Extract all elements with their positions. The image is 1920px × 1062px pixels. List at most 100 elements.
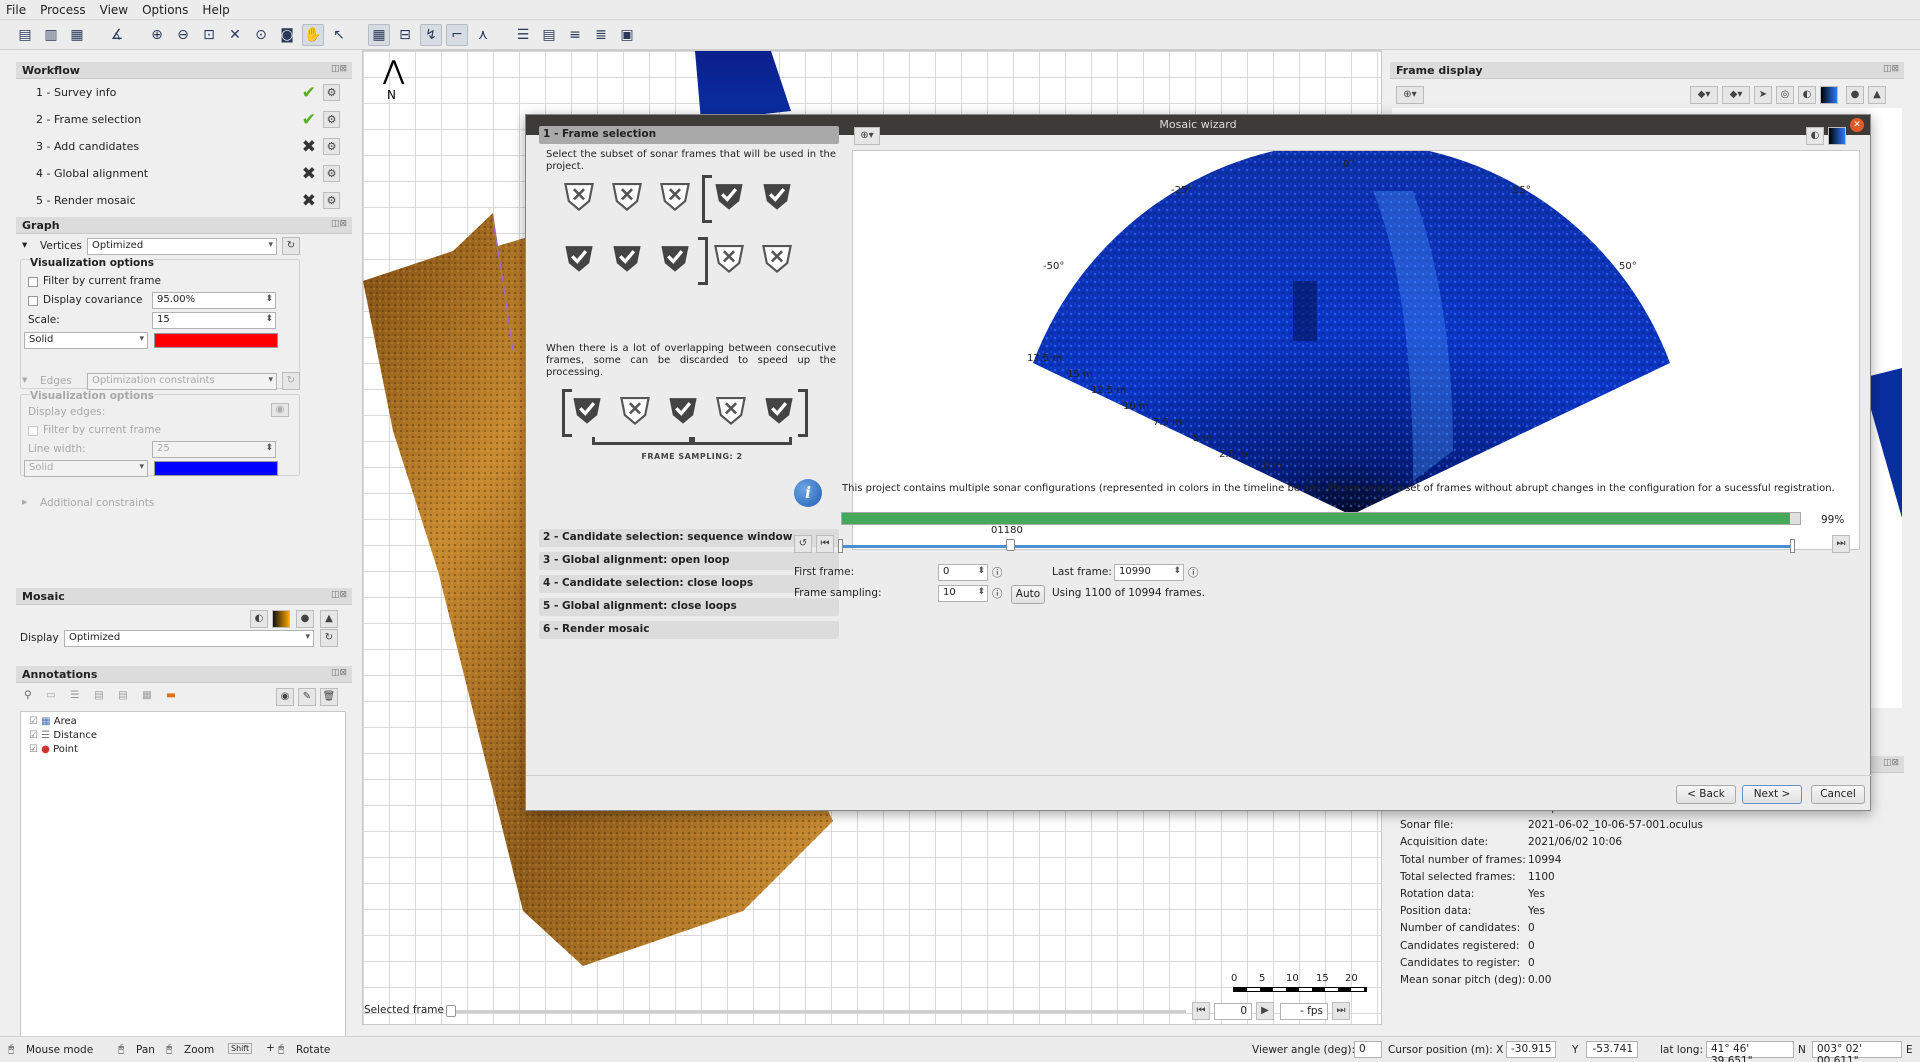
visibility-eye-icon[interactable]: ◉ [276, 688, 294, 706]
export-icon[interactable]: ▬ [166, 689, 176, 701]
open-project-icon[interactable]: ▤ [14, 24, 36, 46]
edges-filter-checkbox[interactable] [28, 426, 38, 436]
line-style-select[interactable]: Solid [24, 332, 148, 349]
save-project-icon[interactable]: ▥ [40, 24, 62, 46]
current-frame-handle[interactable] [1006, 539, 1015, 551]
fps-input[interactable]: - fps [1280, 1003, 1328, 1020]
reset-icon[interactable]: ↺ [794, 535, 812, 553]
skip-end-icon[interactable]: ⏭ [1832, 535, 1850, 553]
workflow-step[interactable]: 1 - Survey info ✔ ⚙ [16, 79, 352, 106]
latitude-field[interactable]: 41° 46' 39.651" [1706, 1041, 1794, 1062]
zoom-extent-icon[interactable]: ✕ [224, 24, 246, 46]
menu-file[interactable]: File [6, 3, 26, 17]
dock-controls-icon[interactable]: ◫⊠ [1883, 64, 1899, 74]
delete-trash-icon[interactable]: 🗑 [320, 688, 338, 706]
help-icon[interactable]: ⓘ [992, 565, 1003, 580]
scale-spinbox[interactable]: 15 [152, 312, 276, 329]
zoom-menu-icon[interactable]: ⊕▾ [1396, 86, 1424, 104]
ruler-icon[interactable]: ☰ [70, 689, 79, 701]
menu-process[interactable]: Process [40, 3, 86, 17]
dock-controls-icon[interactable]: ◫⊠ [331, 668, 347, 678]
edges-style-select[interactable]: Solid [24, 460, 148, 477]
edges-select[interactable]: Optimization constraints [87, 373, 277, 390]
tree-item[interactable]: ☑ ▦ Area [29, 716, 77, 727]
zoom-in-icon[interactable]: ⊕ [146, 24, 168, 46]
range-handle-start[interactable] [838, 539, 843, 553]
close-icon[interactable]: ✕ [1850, 118, 1864, 132]
dock-controls-icon[interactable]: ◫⊠ [331, 64, 347, 74]
list-icon[interactable]: ▤ [94, 689, 104, 701]
menu-view[interactable]: View [100, 3, 128, 17]
tree-item[interactable]: ☑ ☰ Distance [29, 730, 97, 741]
range-handle-end[interactable] [1790, 539, 1795, 553]
cursor-x-field[interactable]: -30.915 [1506, 1041, 1556, 1058]
dock-controls-icon[interactable]: ◫⊠ [331, 590, 347, 600]
last-frame-spinbox[interactable]: 10990 [1114, 564, 1184, 581]
help-icon[interactable]: ⓘ [1188, 565, 1199, 580]
settings-icon[interactable]: ● [1846, 86, 1864, 104]
layers-icon[interactable]: ☰ [512, 24, 534, 46]
vertices-select[interactable]: Optimized [87, 238, 277, 255]
skip-start-icon[interactable]: ⏮ [1192, 1002, 1210, 1020]
viewer-angle-field[interactable]: 0 [1354, 1041, 1382, 1058]
menu-help[interactable]: Help [202, 3, 229, 17]
export-image-icon[interactable]: ▲ [320, 610, 338, 628]
dock-controls-icon[interactable]: ◫⊠ [1883, 758, 1899, 768]
vertex-color-swatch[interactable] [154, 333, 278, 348]
workflow-step[interactable]: 4 - Global alignment ✖ ⚙ [16, 160, 352, 187]
wizard-step[interactable]: 5 - Global alignment: close loops [539, 598, 839, 616]
render-icon[interactable]: ● [296, 610, 314, 628]
cursor-y-field[interactable]: -53.741 [1586, 1041, 1638, 1058]
skip-start-icon[interactable]: ⏮ [816, 535, 834, 553]
wizard-step-active[interactable]: 1 - Frame selection [539, 126, 839, 144]
image-icon[interactable]: ▣ [616, 24, 638, 46]
frame-slider[interactable] [446, 1010, 1186, 1013]
export-image-icon[interactable]: ▲ [1868, 86, 1886, 104]
colormap-icon[interactable] [1828, 127, 1846, 145]
play-icon[interactable]: ▶ [1256, 1002, 1274, 1020]
select-arrow-icon[interactable]: ↖ [328, 24, 350, 46]
expand-arrow-icon[interactable]: ▾ [22, 239, 27, 251]
auto-button[interactable]: Auto [1011, 585, 1045, 604]
mosaic-display-select[interactable]: Optimized [64, 630, 314, 647]
first-frame-spinbox[interactable]: 0 [938, 564, 988, 581]
workflow-step[interactable]: 5 - Render mosaic ✖ ⚙ [16, 187, 352, 214]
scale-bar-icon[interactable]: ⊟ [394, 24, 416, 46]
north-arrow-icon[interactable]: ⋏ [472, 24, 494, 46]
frame-range-slider[interactable] [841, 545, 1795, 548]
export-icon[interactable]: ▦ [66, 24, 88, 46]
frame-sampling-spinbox[interactable]: 10 [938, 585, 988, 602]
filter-icon[interactable]: ◎ [1776, 86, 1794, 104]
dock-controls-icon[interactable]: ◫⊠ [331, 219, 347, 229]
colormap-icon[interactable] [272, 610, 290, 628]
workflow-step[interactable]: 2 - Frame selection ✔ ⚙ [16, 106, 352, 133]
contrast-icon[interactable]: ◐ [1806, 127, 1824, 145]
contrast-icon[interactable]: ◐ [1798, 86, 1816, 104]
expand-arrow-icon[interactable]: ▾ [22, 374, 27, 386]
covariance-spinbox[interactable]: 95.00% [152, 292, 276, 309]
colormap-icon[interactable] [1820, 86, 1838, 104]
refresh-icon[interactable]: ↻ [320, 629, 338, 647]
profile-icon[interactable]: ≣ [590, 24, 612, 46]
table-icon[interactable]: ▤ [538, 24, 560, 46]
collapse-arrow-icon[interactable]: ▸ [22, 496, 27, 508]
image-icon[interactable]: ▤ [118, 689, 128, 701]
timeline-icon[interactable]: ≡ [564, 24, 586, 46]
frame-slider-handle[interactable] [446, 1005, 456, 1017]
eye-icon[interactable]: ◉ [271, 403, 289, 417]
gear-icon[interactable]: ⚙ [323, 111, 340, 128]
display-covariance-checkbox[interactable] [28, 296, 38, 306]
frame-number-input[interactable]: 0 [1214, 1003, 1252, 1020]
edit-icon[interactable]: ✎ [298, 688, 316, 706]
pan-hand-icon[interactable]: ✋ [302, 23, 324, 46]
edge-color-swatch[interactable] [154, 461, 278, 476]
filter-current-frame-checkbox[interactable] [28, 277, 38, 287]
wizard-step[interactable]: 6 - Render mosaic [539, 621, 839, 639]
gear-icon[interactable]: ⚙ [323, 165, 340, 182]
workflow-step[interactable]: 3 - Add candidates ✖ ⚙ [16, 133, 352, 160]
refresh-icon[interactable]: ↻ [282, 237, 300, 255]
pointer-icon[interactable]: ➤ [1754, 86, 1772, 104]
menu-options[interactable]: Options [142, 3, 188, 17]
screenshot-icon[interactable]: ◙ [276, 24, 298, 46]
table-icon[interactable]: ▦ [142, 689, 152, 701]
